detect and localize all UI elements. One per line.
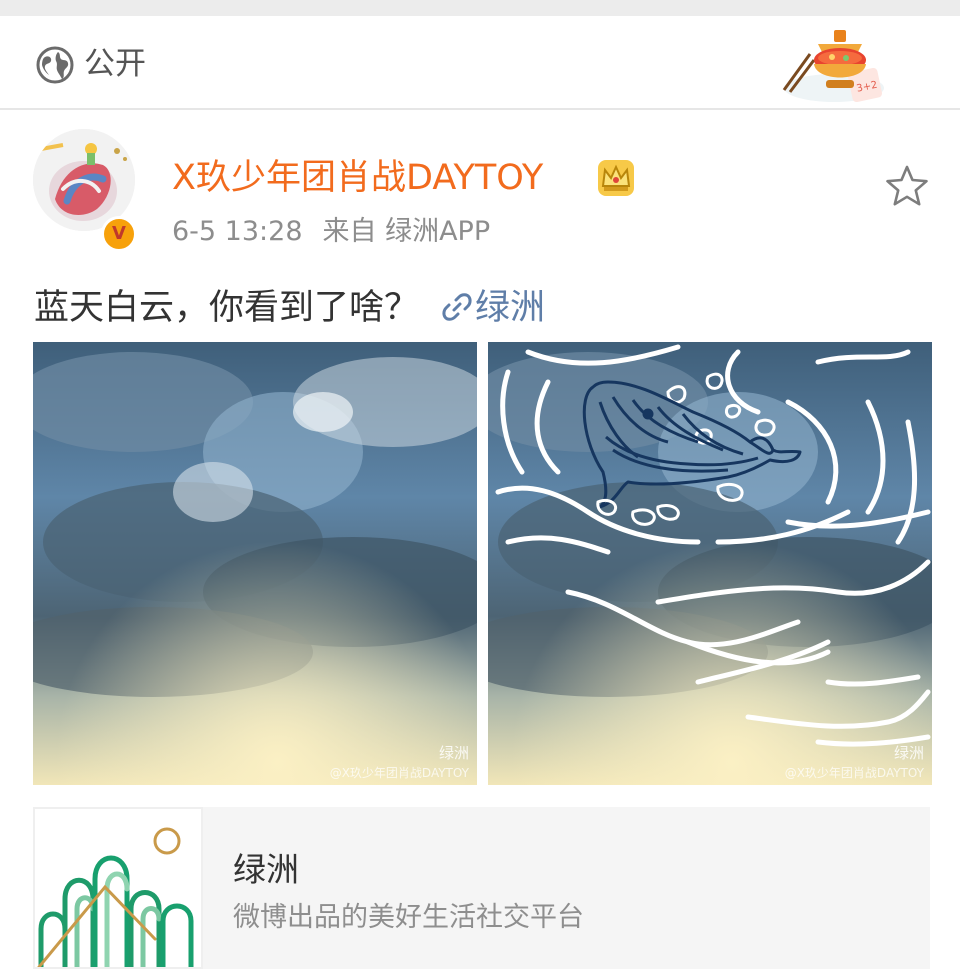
link-icon [442,293,472,321]
image-watermark-user: @X玖少年团肖战DAYTOY [329,766,469,780]
post-image-1[interactable]: 绿洲 @X玖少年团肖战DAYTOY [33,342,477,785]
post-source[interactable]: 来自 绿洲APP [323,216,491,247]
oasis-logo-icon [37,827,194,967]
image-watermark-app: 绿洲 [893,744,924,762]
visibility-bar: 公开 3+2 [0,16,960,110]
status-strip [0,0,960,16]
post-meta: 6-5 13:28 来自 绿洲APP [172,213,490,251]
image-watermark-app: 绿洲 [438,744,469,762]
post-body: 蓝天白云，你看到了啥？ [34,288,420,328]
verified-badge: V [101,216,137,252]
hotpot-sticker[interactable]: 3+2 [776,26,888,106]
post-text: 蓝天白云，你看到了啥？ 绿洲 [34,284,545,332]
favorite-star-icon[interactable] [884,164,930,208]
post-image-2[interactable]: 绿洲 @X玖少年团肖战DAYTOY [488,342,932,785]
visibility-label: 公开 [84,46,146,82]
verified-badge-label: V [112,223,126,244]
post-time: 6-5 13:28 [172,216,303,247]
author-name[interactable]: X玖少年团肖战DAYTOY [172,156,543,200]
card-title: 绿洲 [233,850,299,889]
image-watermark-user: @X玖少年团肖战DAYTOY [784,766,924,780]
sky-clouds-image [33,342,477,785]
topic-link[interactable]: 绿洲 [475,288,545,328]
sky-whale-drawing-image [488,342,932,785]
card-description: 微博出品的美好生活社交平台 [233,902,584,933]
card-thumbnail [33,807,203,969]
crown-icon [598,160,634,196]
link-card[interactable]: 绿洲 微博出品的美好生活社交平台 [33,807,930,969]
globe-icon [36,46,74,84]
